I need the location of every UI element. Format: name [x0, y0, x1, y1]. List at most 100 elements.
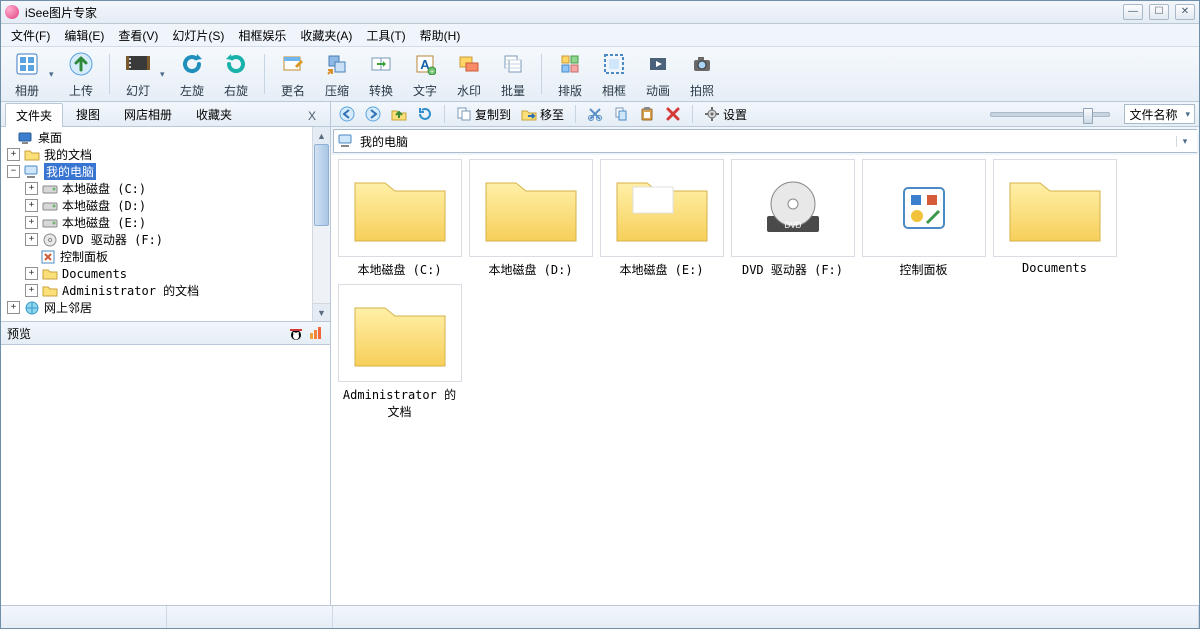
move-to[interactable]: 移至	[517, 104, 568, 125]
chart-icon[interactable]	[308, 325, 324, 341]
menu-frame[interactable]: 相框娱乐	[232, 25, 292, 46]
drive-icon	[42, 215, 58, 231]
tree-drive-c[interactable]: + 本地磁盘 (C:)	[1, 180, 312, 197]
tab-fav[interactable]: 收藏夹	[185, 102, 243, 126]
expand-icon[interactable]: +	[7, 301, 20, 314]
app-icon	[5, 5, 19, 19]
penguin-icon[interactable]	[288, 325, 304, 341]
tab-shop[interactable]: 网店相册	[113, 102, 183, 126]
expand-icon[interactable]: +	[25, 267, 38, 280]
nav-up[interactable]	[387, 104, 411, 124]
scroll-down-icon[interactable]: ▼	[313, 303, 330, 321]
nav-forward[interactable]	[361, 104, 385, 124]
paste[interactable]	[635, 104, 659, 124]
tab-search[interactable]: 搜图	[65, 102, 111, 126]
expand-icon[interactable]: +	[25, 216, 38, 229]
upload-icon	[67, 50, 95, 78]
left-tabs: 文件夹 搜图 网店相册 收藏夹 X	[1, 102, 330, 127]
toolbar-convert[interactable]: 转换	[359, 48, 403, 101]
left-close-icon[interactable]: X	[304, 106, 320, 126]
menu-slide[interactable]: 幻灯片(S)	[166, 25, 230, 46]
expand-icon[interactable]: +	[25, 284, 38, 297]
toolbar-compress[interactable]: 压缩	[315, 48, 359, 101]
tree-documents-label: Documents	[62, 267, 127, 281]
convert-icon	[367, 50, 395, 78]
toolbar-upload[interactable]: 上传	[59, 48, 103, 101]
maximize-button[interactable]: ☐	[1149, 4, 1169, 20]
tree-desktop[interactable]: 桌面	[1, 129, 312, 146]
menu-view[interactable]: 查看(V)	[112, 25, 164, 46]
view-mode-dropdown[interactable]: 文件名称 ▾	[1124, 104, 1195, 124]
copy-to[interactable]: 复制到	[452, 104, 515, 125]
menu-file[interactable]: 文件(F)	[5, 25, 56, 46]
toolbar-shoot[interactable]: 拍照	[680, 48, 724, 101]
rename-icon	[279, 50, 307, 78]
toolbar-album[interactable]: 相册	[5, 48, 49, 101]
watermark-icon	[455, 50, 483, 78]
toolbar-watermark[interactable]: 水印	[447, 48, 491, 101]
expand-icon[interactable]: +	[25, 182, 38, 195]
thumbnail-item[interactable]: DVDDVD 驱动器 (F:)	[730, 159, 855, 278]
toolbar-frame[interactable]: 相框	[592, 48, 636, 101]
nav-refresh[interactable]	[413, 104, 437, 124]
tree-mycomputer[interactable]: − 我的电脑	[1, 163, 312, 180]
thumbnail-item[interactable]: 控制面板	[861, 159, 986, 278]
toolbar-layout[interactable]: 排版	[548, 48, 592, 101]
computer-icon	[24, 164, 40, 180]
expand-icon[interactable]: +	[7, 148, 20, 161]
tree-mydocs[interactable]: + 我的文档	[1, 146, 312, 163]
menu-fav[interactable]: 收藏夹(A)	[294, 25, 358, 46]
tree-scrollbar[interactable]: ▲ ▼	[312, 127, 330, 321]
thumbnail-item[interactable]: Documents	[992, 159, 1117, 278]
toolbar-slide[interactable]: 幻灯	[116, 48, 160, 101]
expand-icon[interactable]: +	[25, 233, 38, 246]
delete[interactable]	[661, 104, 685, 124]
thumbnail-item[interactable]: 本地磁盘 (E:)	[599, 159, 724, 278]
title-bar: iSee图片专家 — ☐ ✕	[1, 1, 1199, 24]
album-dropdown-icon[interactable]: ▾	[49, 69, 59, 80]
scroll-thumb[interactable]	[314, 144, 329, 226]
tree-drive-d[interactable]: + 本地磁盘 (D:)	[1, 197, 312, 214]
nav-back[interactable]	[335, 104, 359, 124]
tree-network[interactable]: + 网上邻居	[1, 299, 312, 316]
thumbnail-item[interactable]: 本地磁盘 (C:)	[337, 159, 462, 278]
breadcrumb-dropdown-icon[interactable]: ▾	[1176, 136, 1193, 147]
zoom-slider[interactable]	[990, 107, 1110, 121]
menu-tools[interactable]: 工具(T)	[360, 25, 411, 46]
tab-folders[interactable]: 文件夹	[5, 103, 63, 127]
status-bar	[1, 605, 1199, 628]
toolbar-shoot-label: 拍照	[690, 82, 714, 99]
expand-icon[interactable]: +	[25, 199, 38, 212]
settings[interactable]: 设置	[700, 104, 751, 125]
tree-drive-e[interactable]: + 本地磁盘 (E:)	[1, 214, 312, 231]
cut[interactable]	[583, 104, 607, 124]
menu-help[interactable]: 帮助(H)	[414, 25, 467, 46]
toolbar-rotate-right[interactable]: 右旋	[214, 48, 258, 101]
thumbnail-grid: 本地磁盘 (C:)本地磁盘 (D:)本地磁盘 (E:)DVDDVD 驱动器 (F…	[331, 155, 1199, 605]
copy[interactable]	[609, 104, 633, 124]
minimize-button[interactable]: —	[1123, 4, 1143, 20]
toolbar-rotate-left[interactable]: 左旋	[170, 48, 214, 101]
desktop-icon	[18, 130, 34, 146]
toolbar-rename[interactable]: 更名	[271, 48, 315, 101]
menu-edit[interactable]: 编辑(E)	[58, 25, 110, 46]
scroll-up-icon[interactable]: ▲	[313, 127, 330, 145]
tree-control-panel[interactable]: 控制面板	[1, 248, 312, 265]
thumbnail-caption: Documents	[1022, 261, 1087, 275]
location-bar[interactable]: 我的电脑 ▾	[333, 129, 1197, 153]
tree-dvd-f[interactable]: + DVD 驱动器 (F:)	[1, 231, 312, 248]
close-button[interactable]: ✕	[1175, 4, 1195, 20]
slide-dropdown-icon[interactable]: ▾	[160, 69, 170, 80]
toolbar-batch[interactable]: 批量	[491, 48, 535, 101]
folder-tree[interactable]: 桌面 + 我的文档 − 我的电脑	[1, 127, 312, 321]
collapse-icon[interactable]: −	[7, 165, 20, 178]
toolbar-text[interactable]: A+ 文字	[403, 48, 447, 101]
cpl-icon	[862, 159, 986, 257]
tree-admin-docs[interactable]: + Administrator 的文档	[1, 282, 312, 299]
tree-documents[interactable]: + Documents	[1, 265, 312, 282]
thumbnail-item[interactable]: Administrator 的文档	[337, 284, 462, 420]
toolbar-anim[interactable]: 动画	[636, 48, 680, 101]
tree-mycomputer-label: 我的电脑	[44, 163, 96, 180]
zoom-thumb[interactable]	[1083, 108, 1093, 124]
thumbnail-item[interactable]: 本地磁盘 (D:)	[468, 159, 593, 278]
